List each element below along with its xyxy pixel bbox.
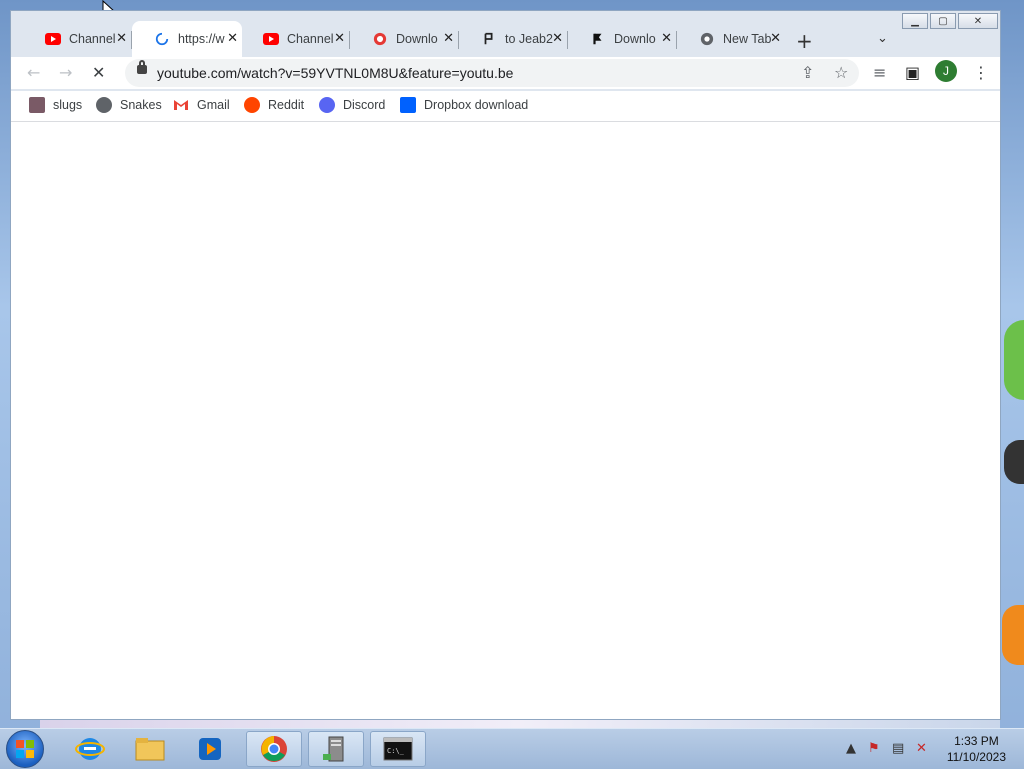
- dropbox-icon: [400, 97, 416, 113]
- tab-to-jeab2[interactable]: to Jeab2 ✕: [459, 21, 568, 57]
- show-hidden-icons-arrow-icon[interactable]: ▲: [846, 741, 856, 756]
- desktop-wallpaper-dark-shape: [1004, 440, 1024, 484]
- bookmark-slugs[interactable]: slugs: [29, 97, 82, 113]
- youtube-icon: [45, 33, 61, 45]
- taskbar-clock[interactable]: 1:33 PM 11/10/2023: [947, 733, 1006, 765]
- lock-icon[interactable]: [137, 60, 147, 74]
- chrome-taskbar-button[interactable]: [246, 731, 302, 767]
- bookmark-snakes[interactable]: Snakes: [96, 97, 162, 113]
- bookmark-discord[interactable]: Discord: [319, 97, 385, 113]
- slug-icon: [29, 97, 45, 113]
- address-bar[interactable]: youtube.com/watch?v=59YVTNL0M8U&feature=…: [125, 59, 859, 87]
- bookmark-label: Gmail: [197, 98, 230, 112]
- tab-close-icon[interactable]: ✕: [116, 31, 127, 46]
- network-icon[interactable]: ▤: [892, 741, 904, 756]
- tab-close-icon[interactable]: ✕: [227, 31, 238, 46]
- bookmark-star-icon[interactable]: ☆: [834, 63, 848, 82]
- tab-title: Channel: [287, 32, 334, 46]
- forward-arrow-icon[interactable]: →: [59, 63, 72, 82]
- windows-logo-icon: [16, 740, 34, 758]
- tab-title: Channel: [69, 32, 116, 46]
- tab-close-icon[interactable]: ✕: [770, 31, 781, 46]
- tab-active-loading[interactable]: https://w ✕: [132, 21, 242, 57]
- url-text[interactable]: youtube.com/watch?v=59YVTNL0M8U&feature=…: [157, 65, 513, 81]
- volume-muted-icon[interactable]: ✕: [916, 741, 927, 756]
- bookmark-label: Discord: [343, 98, 386, 112]
- desktop-wallpaper-orange-shape: [1002, 605, 1024, 665]
- action-center-flag-icon[interactable]: ⚑: [868, 741, 880, 756]
- svg-text:C:\_: C:\_: [387, 747, 405, 755]
- clock-time: 1:33 PM: [954, 734, 999, 748]
- share-icon[interactable]: ⇪: [801, 63, 814, 82]
- command-prompt-taskbar-button[interactable]: C:\_: [370, 731, 426, 767]
- bookmark-dropbox-download[interactable]: Dropbox download: [400, 97, 528, 113]
- tab-search-chevron-icon[interactable]: ⌄: [877, 31, 888, 46]
- back-arrow-icon[interactable]: ←: [27, 63, 40, 82]
- tab-title: Downlo: [396, 32, 438, 46]
- p-flag-icon: [484, 32, 493, 45]
- clock-date: 11/10/2023: [946, 750, 1006, 764]
- tab-strip: Channel ✕ https://w ✕ Channel ✕ Downlo ✕…: [11, 19, 1000, 59]
- tab-channel-1[interactable]: Channel ✕: [23, 21, 132, 57]
- loading-spinner-icon: [155, 32, 169, 46]
- profile-avatar[interactable]: J: [935, 60, 957, 82]
- stop-loading-icon[interactable]: ✕: [92, 63, 105, 82]
- tab-download-2[interactable]: Downlo ✕: [568, 21, 677, 57]
- tab-title: https://w: [178, 32, 225, 46]
- globe-icon: [96, 97, 112, 113]
- new-tab-button[interactable]: +: [796, 29, 813, 53]
- gmail-icon: [174, 100, 188, 110]
- download-icon: [373, 32, 387, 46]
- tab-title: to Jeab2: [505, 32, 553, 46]
- taskbar: C:\_ ▲ ⚑ ▤ ✕ 1:33 PM 11/10/2023: [0, 728, 1024, 769]
- tab-close-icon[interactable]: ✕: [661, 31, 672, 46]
- youtube-icon: [263, 33, 279, 45]
- side-panel-icon[interactable]: ▣: [905, 63, 920, 82]
- server-taskbar-button[interactable]: [308, 731, 364, 767]
- tab-new-tab[interactable]: New Tab ✕: [677, 21, 785, 57]
- bookmark-reddit[interactable]: Reddit: [244, 97, 304, 113]
- bookmarks-bar: slugs Snakes Gmail Reddit Discord Dropbo…: [11, 91, 1000, 122]
- f-flag-icon: [593, 33, 602, 45]
- bookmark-label: Snakes: [120, 98, 162, 112]
- tab-title: Downlo: [614, 32, 656, 46]
- tab-title: New Tab: [723, 32, 771, 46]
- page-content-blank[interactable]: [11, 122, 1000, 719]
- bookmark-label: Dropbox download: [424, 98, 529, 112]
- reading-list-icon[interactable]: ≡: [873, 63, 886, 82]
- browser-window: ▁ ▢ ✕ Channel ✕ https://w ✕ Channel ✕ Do…: [10, 10, 1001, 720]
- internet-explorer-icon[interactable]: [62, 731, 118, 767]
- tab-download-1[interactable]: Downlo ✕: [350, 21, 459, 57]
- command-prompt-icon: C:\_: [383, 737, 413, 761]
- file-explorer-icon[interactable]: [122, 731, 178, 767]
- tab-close-icon[interactable]: ✕: [552, 31, 563, 46]
- media-player-icon[interactable]: [182, 731, 238, 767]
- browser-toolbar: ← → ✕ youtube.com/watch?v=59YVTNL0M8U&fe…: [11, 57, 1000, 89]
- bookmark-label: Reddit: [268, 98, 305, 112]
- tab-channel-2[interactable]: Channel ✕: [241, 21, 350, 57]
- desktop-wallpaper-green-shape: [1004, 320, 1024, 400]
- tab-close-icon[interactable]: ✕: [334, 31, 345, 46]
- bookmark-gmail[interactable]: Gmail: [173, 97, 230, 113]
- chrome-icon: [700, 32, 714, 46]
- tab-close-icon[interactable]: ✕: [443, 31, 454, 46]
- reddit-icon: [244, 97, 260, 113]
- bookmark-label: slugs: [53, 98, 83, 112]
- menu-kebab-icon[interactable]: ⋮: [973, 63, 989, 82]
- chrome-icon: [261, 736, 287, 762]
- discord-icon: [319, 97, 335, 113]
- server-icon: [323, 736, 344, 762]
- start-button[interactable]: [6, 730, 44, 768]
